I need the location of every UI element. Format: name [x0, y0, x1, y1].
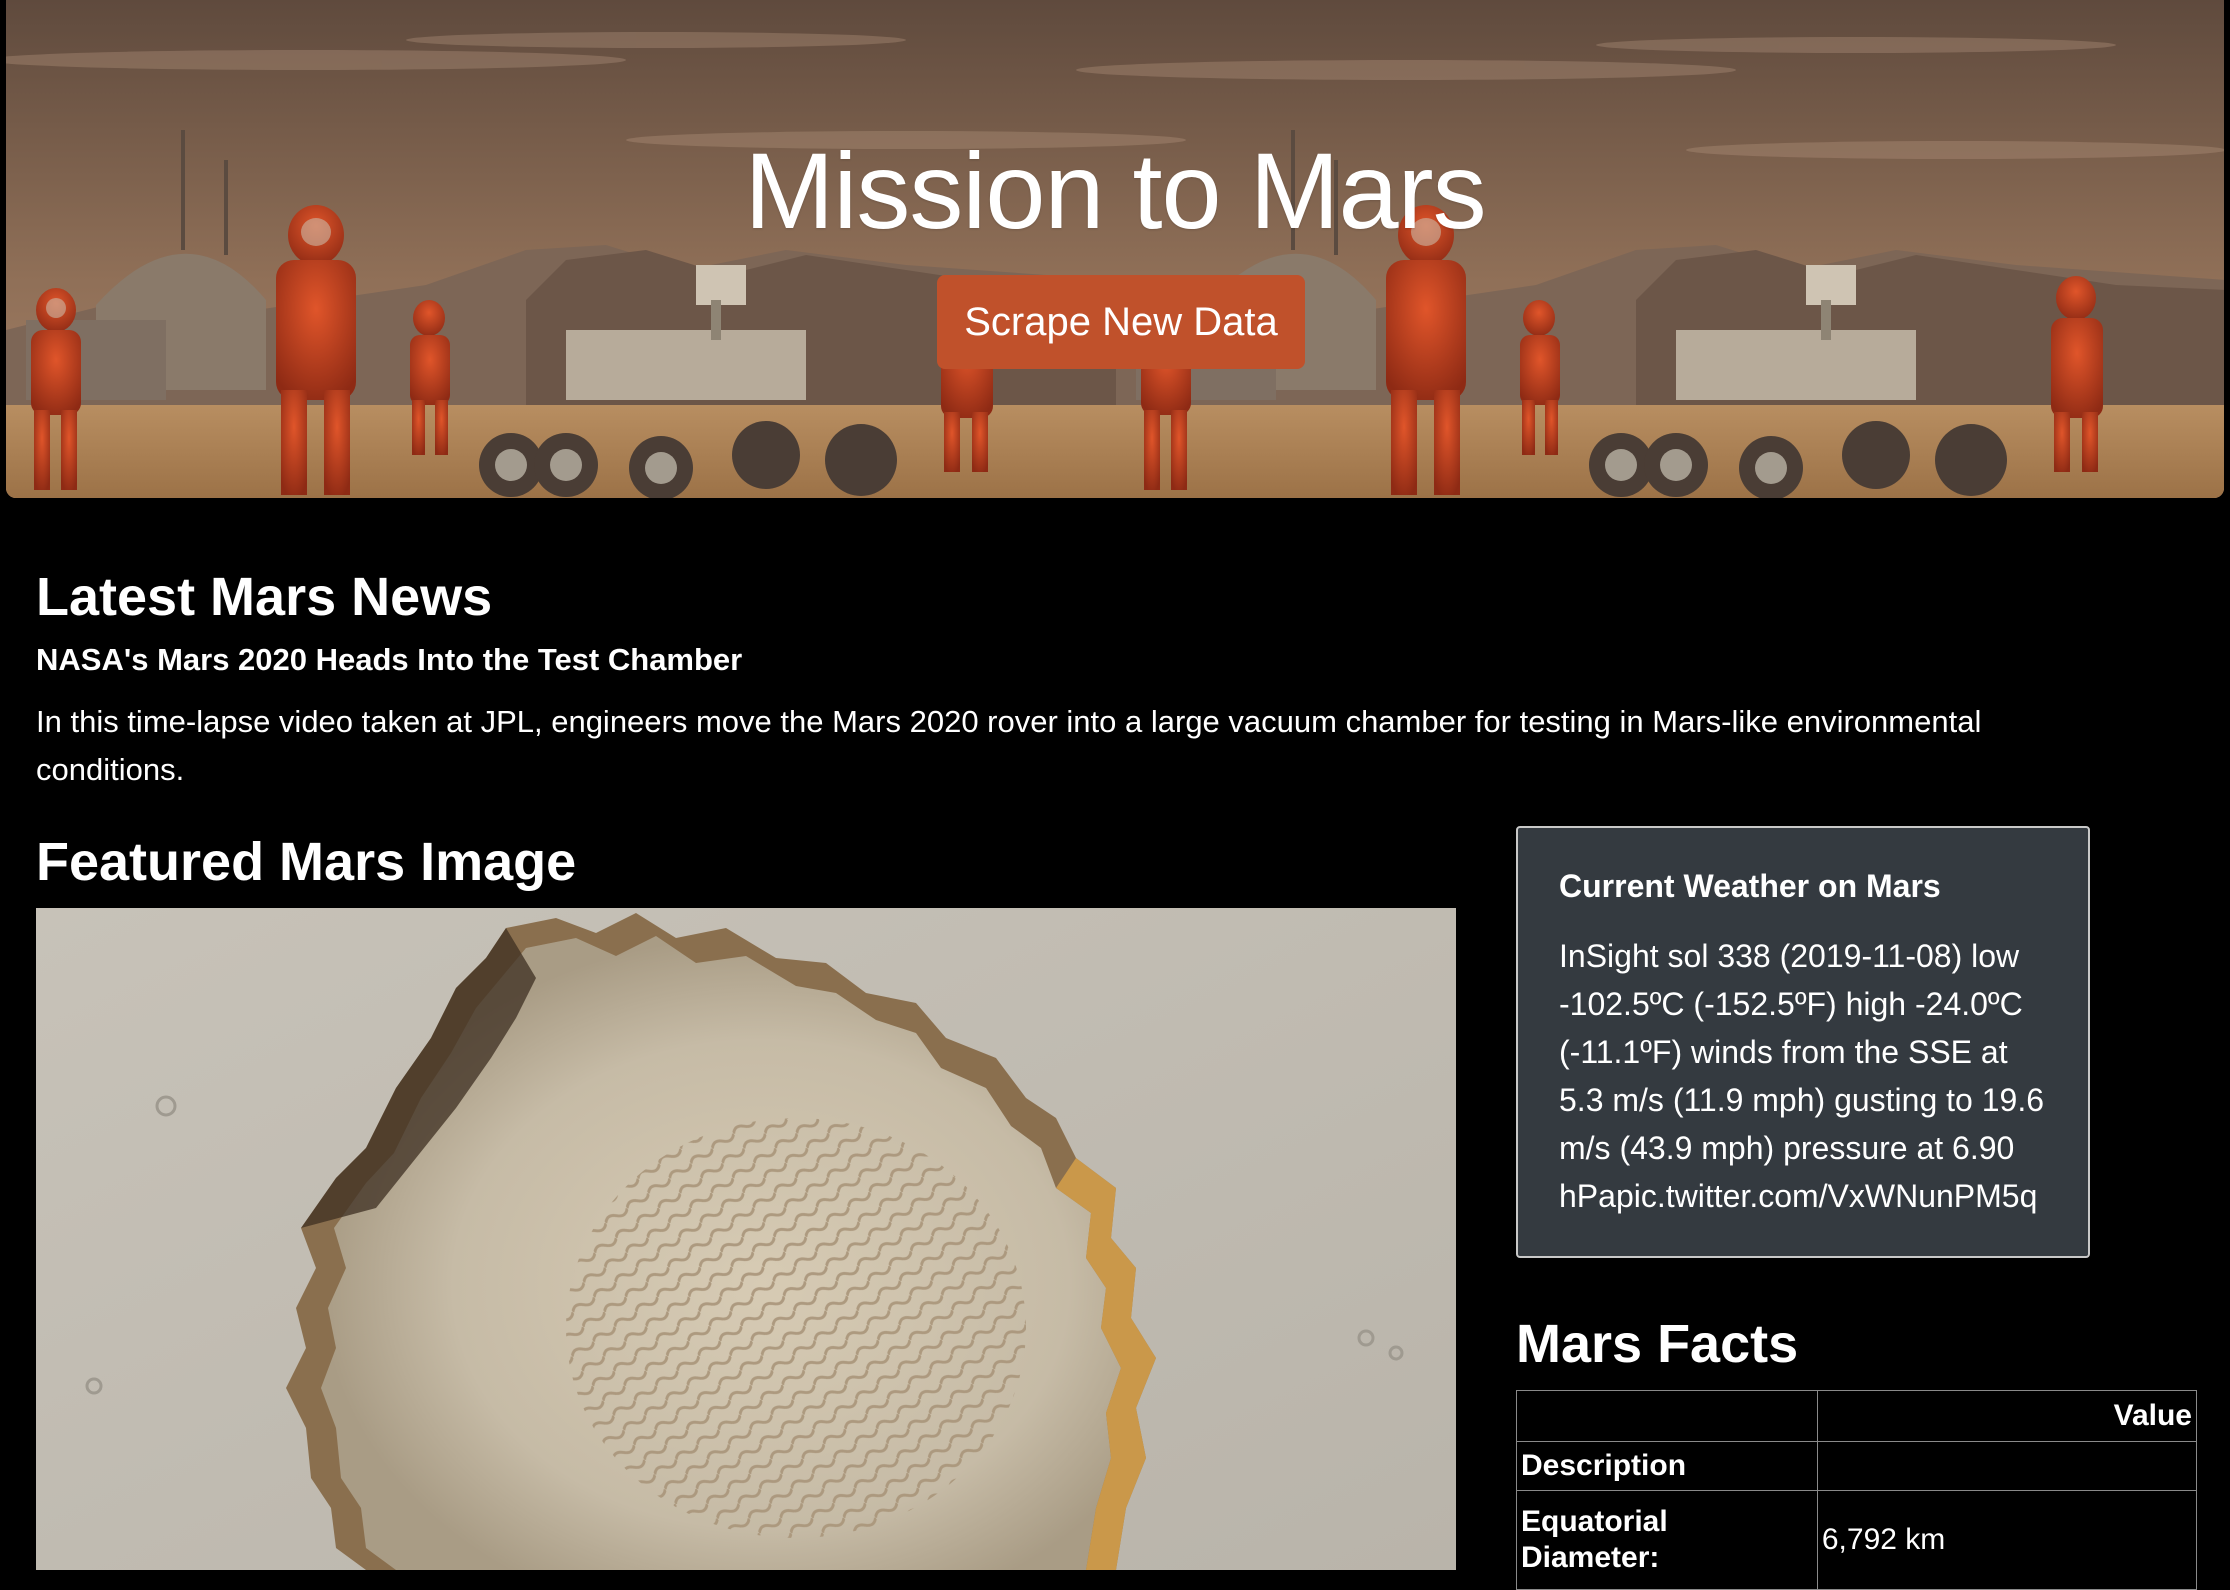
weather-title: Current Weather on Mars: [1559, 868, 1941, 904]
crater-image: [36, 908, 1456, 1570]
page-title: Mission to Mars: [744, 130, 1486, 251]
fact-value: 6,792 km: [1816, 1490, 2198, 1590]
table-cell: [1816, 1441, 2198, 1491]
hero-banner: Mission to Mars Scrape New Data: [6, 0, 2224, 498]
table-header-value: Value: [1816, 1390, 2198, 1442]
fact-label: Equatorial Diameter:: [1516, 1490, 1818, 1590]
news-title: NASA's Mars 2020 Heads Into the Test Cha…: [36, 642, 743, 677]
table-index-label: Description: [1516, 1441, 1818, 1491]
mars-facts-heading: Mars Facts: [1516, 1314, 1799, 1374]
featured-mars-image[interactable]: [36, 908, 1456, 1570]
featured-image-heading: Featured Mars Image: [36, 832, 577, 892]
mars-facts-table: Value Description Equatorial Diameter: 6…: [1516, 1390, 2198, 1590]
table-header-row: Value: [1516, 1390, 2198, 1442]
table-header-empty: [1516, 1390, 1818, 1442]
latest-news-heading: Latest Mars News: [36, 567, 493, 627]
news-paragraph: In this time-lapse video taken at JPL, e…: [36, 704, 1982, 787]
weather-card: Current Weather on Mars InSight sol 338 …: [1516, 826, 2090, 1258]
weather-text: InSight sol 338 (2019-11-08) low -102.5º…: [1559, 938, 2044, 1214]
scrape-new-data-button[interactable]: Scrape New Data: [937, 275, 1305, 369]
table-row: Equatorial Diameter: 6,792 km: [1516, 1490, 2198, 1590]
table-index-row: Description: [1516, 1441, 2198, 1491]
